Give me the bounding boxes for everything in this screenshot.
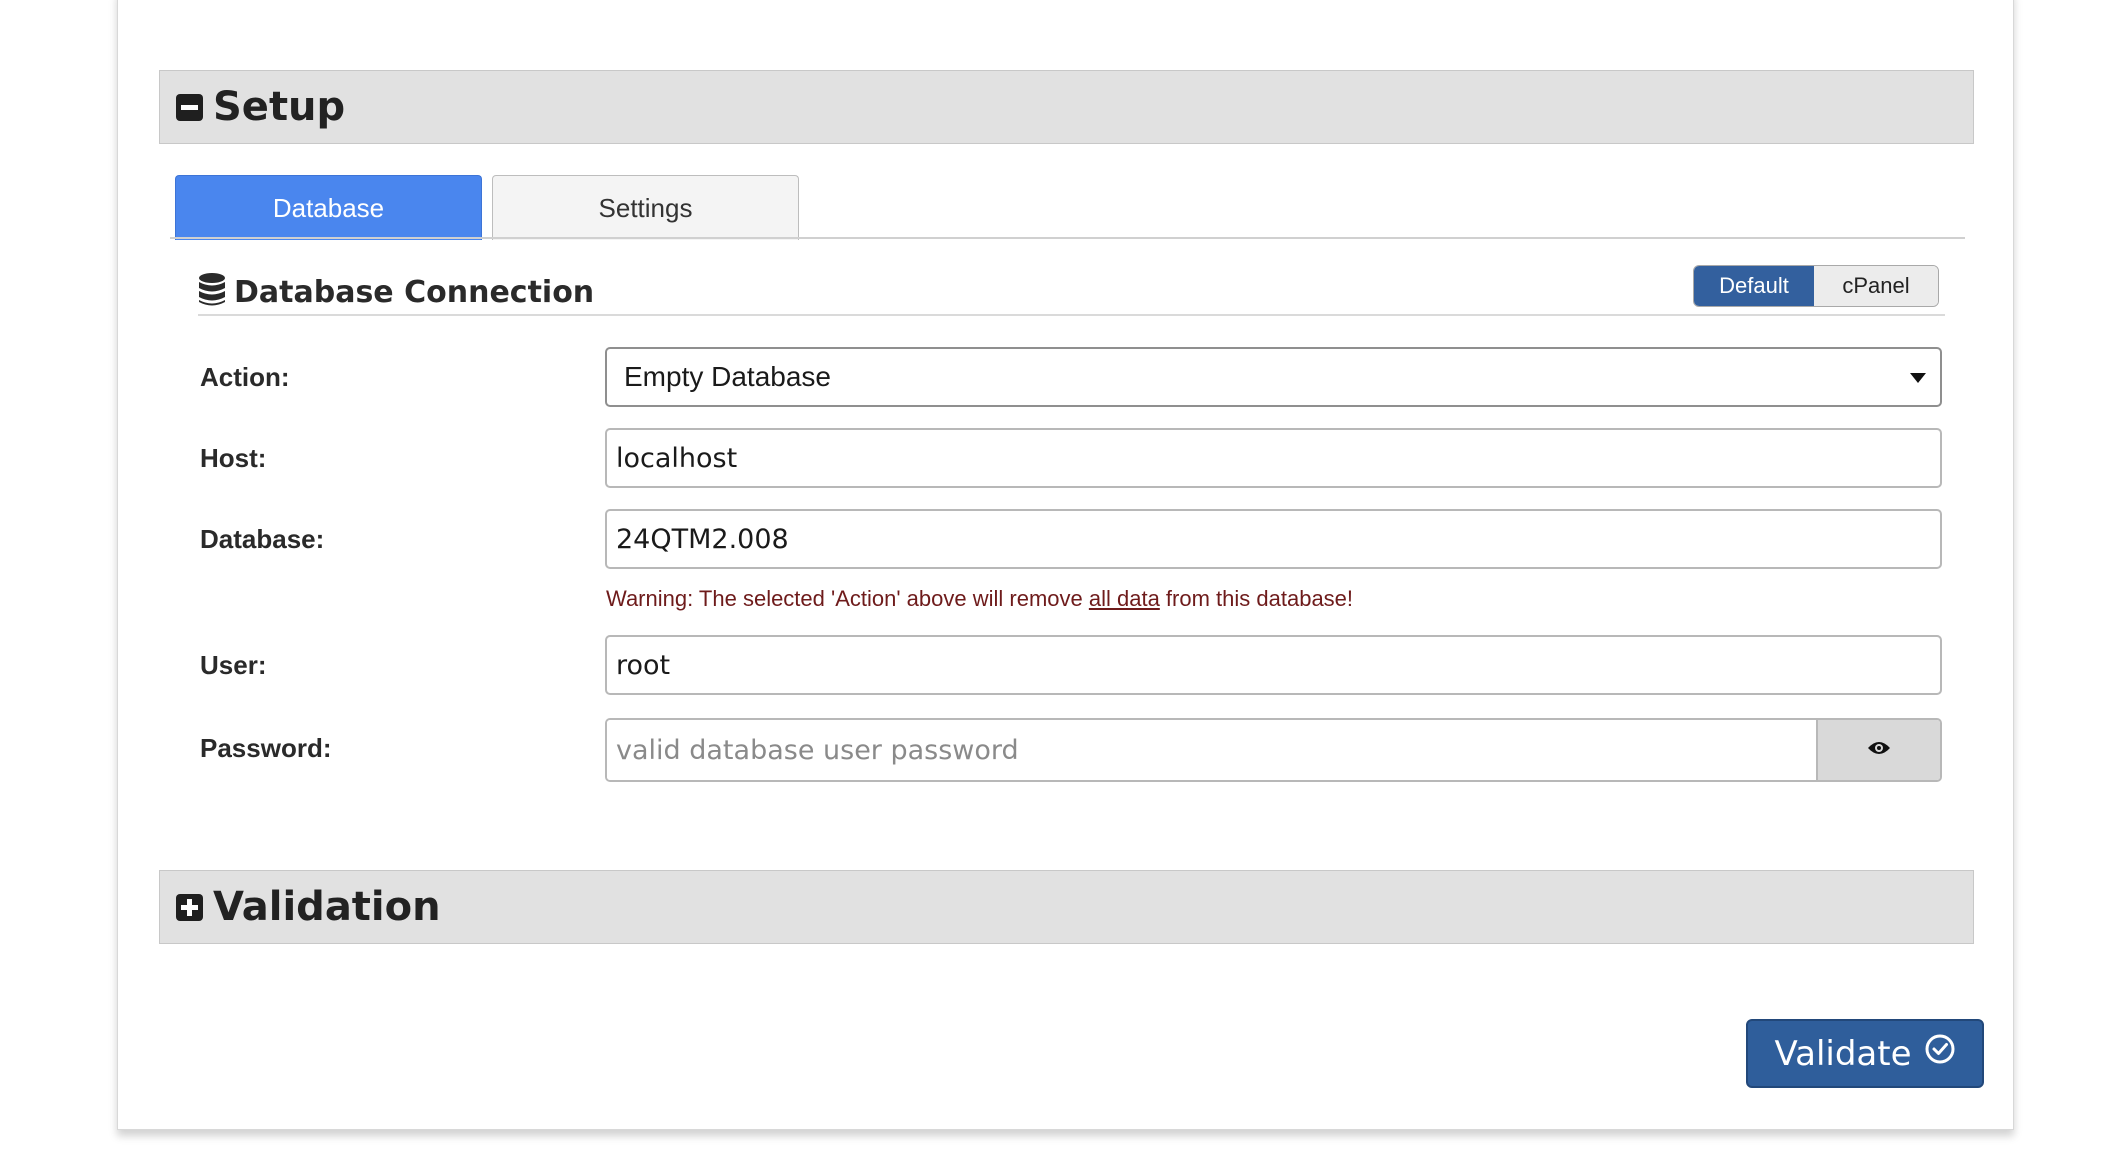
database-label: Database: bbox=[200, 524, 325, 554]
chevron-down-icon bbox=[1910, 373, 1926, 383]
database-input[interactable] bbox=[605, 509, 1942, 569]
installer-card: Setup Database Settings Database Connect… bbox=[117, 0, 2014, 1130]
action-warning: Warning: The selected 'Action' above wil… bbox=[606, 586, 1353, 612]
connection-divider bbox=[198, 314, 1945, 316]
show-password-button[interactable] bbox=[1816, 720, 1940, 780]
password-label: Password: bbox=[200, 733, 332, 763]
password-input[interactable] bbox=[607, 720, 1816, 780]
validate-button-label: Validate bbox=[1774, 1033, 1912, 1074]
tab-database[interactable]: Database bbox=[175, 175, 482, 240]
warning-prefix: Warning: The selected 'Action' above wil… bbox=[606, 586, 1089, 611]
validate-button[interactable]: Validate bbox=[1746, 1019, 1984, 1088]
action-label: Action: bbox=[200, 362, 290, 392]
password-group bbox=[605, 718, 1942, 782]
setup-title: Setup bbox=[213, 84, 346, 130]
host-label: Host: bbox=[200, 443, 267, 473]
toggle-cpanel[interactable]: cPanel bbox=[1814, 266, 1938, 306]
connection-title: Database Connection bbox=[234, 275, 595, 310]
minus-square-icon[interactable] bbox=[176, 93, 203, 121]
user-label: User: bbox=[200, 650, 267, 680]
user-input[interactable] bbox=[605, 635, 1942, 695]
connection-mode-toggle[interactable]: Default cPanel bbox=[1693, 265, 1939, 307]
warning-suffix: from this database! bbox=[1159, 586, 1354, 611]
warning-all-data-link[interactable]: all data bbox=[1089, 586, 1160, 611]
host-input[interactable] bbox=[605, 428, 1942, 488]
action-select[interactable]: Empty Database bbox=[605, 347, 1942, 407]
action-selected-value: Empty Database bbox=[624, 361, 831, 392]
setup-section-header[interactable]: Setup bbox=[159, 70, 1974, 144]
connection-heading: Database Connection bbox=[198, 273, 594, 312]
eye-icon bbox=[1867, 740, 1891, 761]
tab-settings[interactable]: Settings bbox=[492, 175, 799, 240]
plus-square-icon[interactable] bbox=[176, 893, 203, 921]
validation-title: Validation bbox=[213, 884, 441, 930]
database-icon bbox=[198, 273, 226, 312]
toggle-default[interactable]: Default bbox=[1694, 266, 1814, 306]
tabs-divider bbox=[170, 237, 1965, 239]
check-circle-icon bbox=[1924, 1033, 1956, 1074]
validation-section-header[interactable]: Validation bbox=[159, 870, 1974, 944]
